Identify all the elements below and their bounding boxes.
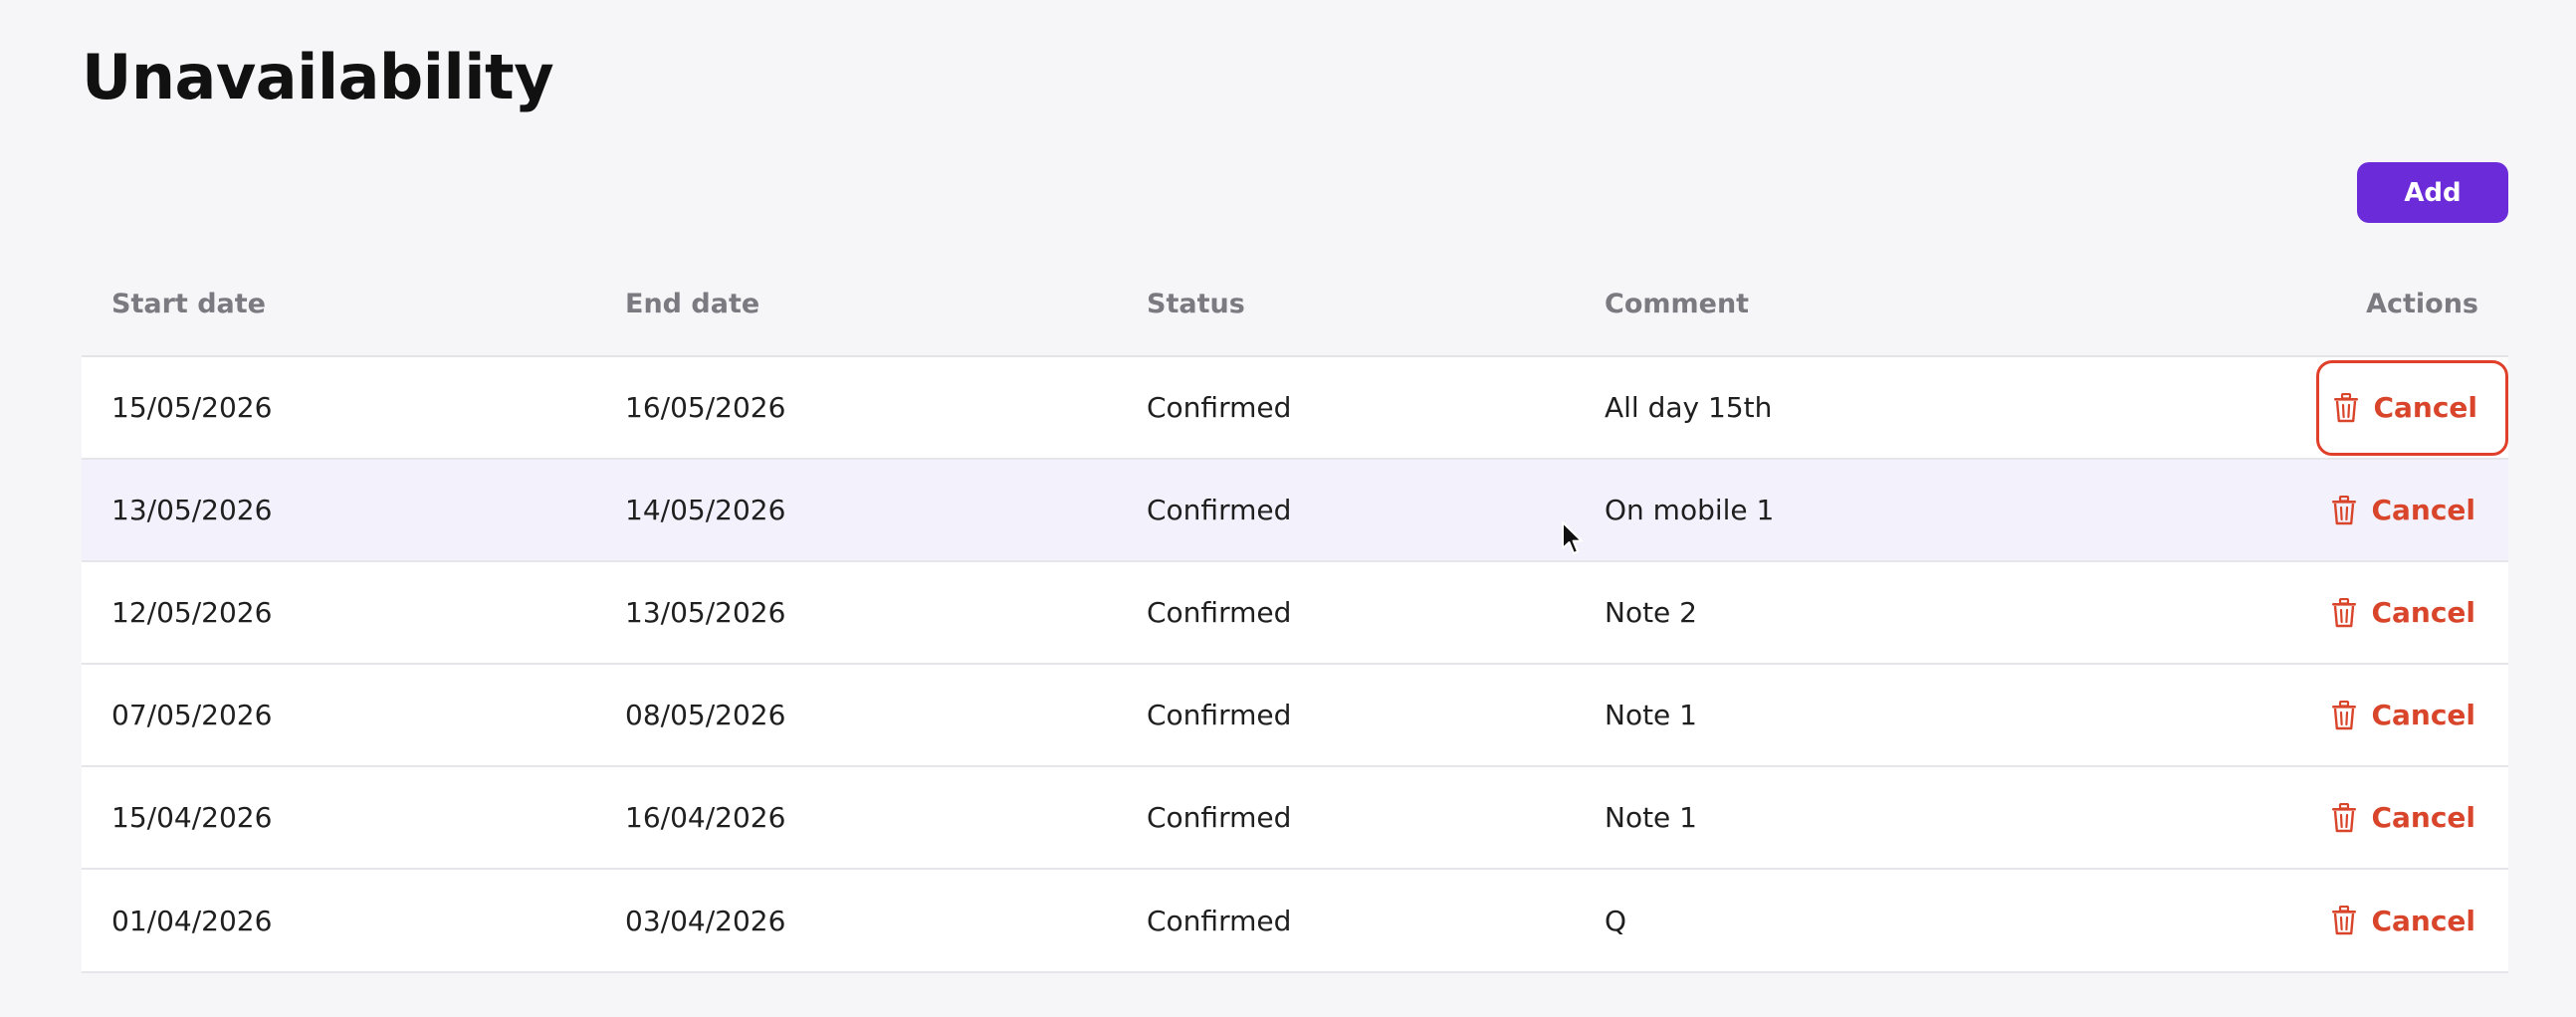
- table-row: 13/05/2026 14/05/2026 Confirmed On mobil…: [82, 459, 2508, 562]
- cancel-button[interactable]: Cancel: [2328, 770, 2478, 866]
- comment-cell: Q: [1605, 904, 1627, 937]
- page-title: Unavailability: [82, 41, 554, 113]
- start-date-cell: 15/04/2026: [82, 766, 595, 870]
- end-date-cell: 03/04/2026: [625, 904, 786, 937]
- start-date-cell: 13/05/2026: [82, 459, 595, 562]
- end-date-cell: 16/05/2026: [595, 356, 1117, 460]
- status-cell: Confirmed: [1117, 459, 1575, 562]
- table-row: 01/04/2026 03/04/2026 Confirmed Q Cancel: [82, 869, 2508, 971]
- trash-icon: [2332, 802, 2357, 832]
- comment-cell: Note 1: [1575, 766, 2232, 870]
- cancel-button-label: Cancel: [2371, 494, 2475, 526]
- trash-icon: [2334, 392, 2359, 422]
- cancel-button-label: Cancel: [2371, 699, 2475, 731]
- comment-cell: Note 2: [1575, 561, 2232, 665]
- start-date-cell: 01/04/2026: [111, 904, 273, 937]
- table-row: 15/04/2026 16/04/2026 Confirmed Note 1 C…: [82, 766, 2508, 870]
- trash-icon: [2332, 597, 2357, 627]
- start-date-cell: 15/05/2026: [82, 356, 595, 460]
- column-header-comment: Comment: [1575, 253, 2232, 357]
- table-row: 12/05/2026 13/05/2026 Confirmed Note 2 C…: [82, 561, 2508, 665]
- trash-icon: [2332, 700, 2357, 729]
- actions-cell: Cancel: [2232, 766, 2508, 870]
- column-header-status: Status: [1117, 253, 1575, 357]
- column-header-actions: Actions: [2232, 253, 2508, 357]
- add-button[interactable]: Add: [2357, 162, 2508, 223]
- cancel-button[interactable]: Cancel: [2316, 359, 2508, 456]
- unavailability-page: Unavailability Add Start date End date S…: [0, 0, 2576, 1017]
- end-date-cell: 08/05/2026: [595, 664, 1117, 767]
- status-cell: Confirmed: [1117, 561, 1575, 665]
- actions-cell: Cancel: [2232, 664, 2508, 767]
- table-row: 07/05/2026 08/05/2026 Confirmed Note 1 C…: [82, 664, 2508, 767]
- table-header: Start date End date Status Comment Actio…: [82, 253, 2508, 357]
- cancel-button-label: Cancel: [2371, 801, 2475, 834]
- cancel-button-label: Cancel: [2373, 391, 2477, 424]
- table-row: 15/05/2026 16/05/2026 Confirmed All day …: [82, 356, 2508, 460]
- status-cell: Confirmed: [1147, 904, 1292, 937]
- cancel-button[interactable]: Cancel: [2328, 668, 2478, 763]
- status-cell: Confirmed: [1117, 356, 1575, 460]
- trash-icon: [2332, 495, 2357, 524]
- status-cell: Confirmed: [1117, 766, 1575, 870]
- cancel-button[interactable]: Cancel: [2328, 463, 2478, 558]
- comment-cell: Note 1: [1575, 664, 2232, 767]
- actions-cell: Cancel: [2232, 561, 2508, 665]
- end-date-cell: 16/04/2026: [595, 766, 1117, 870]
- start-date-cell: 07/05/2026: [82, 664, 595, 767]
- unavailability-table: Start date End date Status Comment Actio…: [82, 253, 2508, 973]
- actions-cell: Cancel: [2232, 459, 2508, 562]
- comment-cell: On mobile 1: [1575, 459, 2232, 562]
- cancel-button-label: Cancel: [2371, 904, 2475, 937]
- start-date-cell: 12/05/2026: [82, 561, 595, 665]
- column-header-start-date: Start date: [82, 253, 595, 357]
- column-header-end-date: End date: [595, 253, 1117, 357]
- end-date-cell: 13/05/2026: [595, 561, 1117, 665]
- status-cell: Confirmed: [1117, 664, 1575, 767]
- cancel-button[interactable]: Cancel: [2328, 873, 2478, 968]
- trash-icon: [2332, 906, 2357, 935]
- actions-cell: Cancel: [2232, 356, 2508, 460]
- cancel-button-label: Cancel: [2371, 596, 2475, 629]
- cancel-button[interactable]: Cancel: [2328, 565, 2478, 661]
- end-date-cell: 14/05/2026: [595, 459, 1117, 562]
- comment-cell: All day 15th: [1575, 356, 2232, 460]
- actions-cell: Cancel: [2232, 869, 2508, 971]
